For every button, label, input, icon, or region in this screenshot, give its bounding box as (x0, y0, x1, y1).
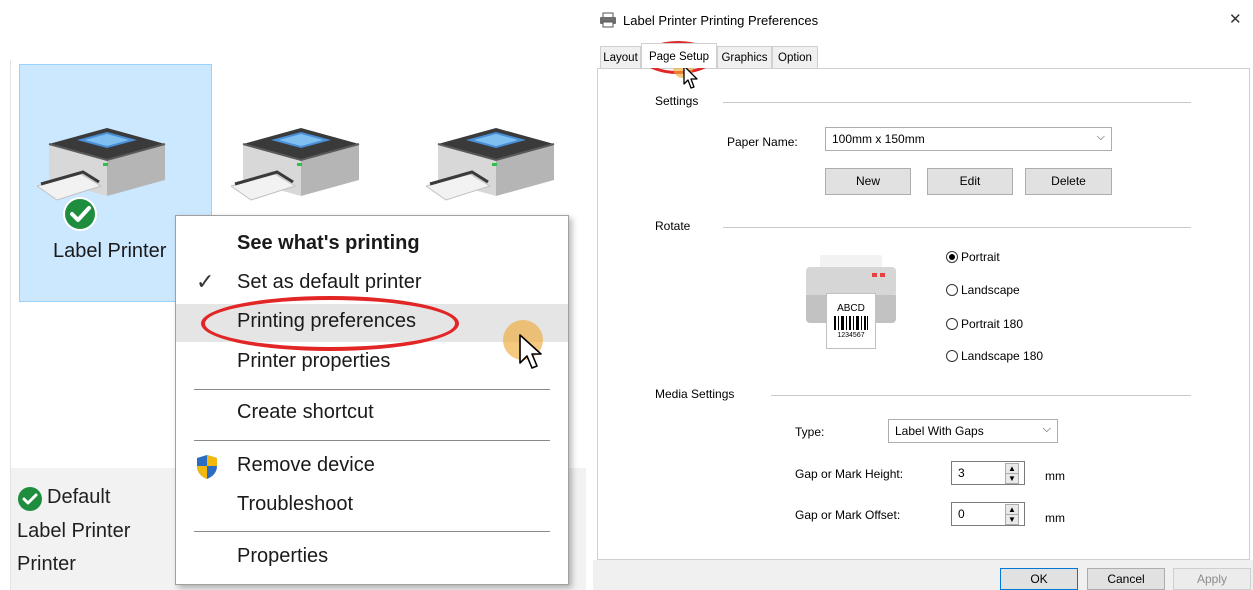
ok-button[interactable]: OK (1000, 568, 1078, 590)
radio-icon (946, 284, 958, 296)
radio-landscape-180[interactable]: Landscape 180 (946, 349, 1043, 363)
shield-icon (197, 455, 217, 479)
gap-offset-spinner[interactable]: 0 ▲ ▼ (951, 502, 1025, 526)
new-button[interactable]: New (825, 168, 911, 195)
radio-portrait-180[interactable]: Portrait 180 (946, 317, 1023, 331)
delete-button[interactable]: Delete (1025, 168, 1112, 195)
default-check-icon (63, 197, 97, 231)
menu-item-label: Create shortcut (237, 401, 374, 423)
gap-height-value: 3 (958, 466, 965, 480)
orientation-preview: ABCD 1234567 (806, 255, 896, 350)
chevron-down-icon: ⌵ (1042, 423, 1051, 435)
tab-graphics[interactable]: Graphics (717, 46, 772, 68)
menu-item-label: Troubleshoot (237, 493, 353, 515)
dialog-title: Label Printer Printing Preferences (623, 13, 819, 28)
radio-landscape[interactable]: Landscape (946, 283, 1020, 297)
group-divider (723, 227, 1191, 228)
chevron-down-icon: ⌵ (1096, 131, 1105, 143)
printer-icon[interactable] (426, 100, 566, 220)
type-label: Type: (795, 425, 825, 439)
menu-item-create-shortcut[interactable]: Create shortcut (176, 395, 568, 433)
tab-layout[interactable]: Layout (600, 46, 641, 68)
group-divider (771, 395, 1191, 396)
menu-item-label: Set as default printer (237, 271, 422, 293)
paper-name-label: Paper Name: (727, 135, 798, 149)
spin-down-icon[interactable]: ▼ (1005, 473, 1019, 484)
menu-item-remove-device[interactable]: Remove device (176, 448, 568, 486)
rotate-group-label: Rotate (655, 219, 691, 233)
media-settings-group-label: Media Settings (655, 387, 735, 401)
radio-portrait[interactable]: Portrait (946, 250, 1000, 264)
media-type-value: Label With Gaps (895, 424, 984, 438)
annotation-ellipse (201, 296, 459, 351)
gap-height-spinner[interactable]: 3 ▲ ▼ (951, 461, 1025, 485)
printing-preferences-dialog: Label Printer Printing Preferences ✕ Lay… (593, 0, 1253, 590)
menu-item-label: Printer properties (237, 350, 391, 372)
menu-item-properties[interactable]: Properties (176, 539, 568, 577)
media-type-select[interactable]: Label With Gaps ⌵ (888, 419, 1058, 443)
radio-label: Portrait 180 (961, 317, 1024, 331)
group-divider (723, 102, 1191, 103)
paper-name-select[interactable]: 100mm x 150mm ⌵ (825, 127, 1112, 151)
printer-icon[interactable] (37, 100, 177, 220)
tab-page-setup[interactable]: Page Setup (641, 43, 717, 68)
gap-offset-unit: mm (1045, 511, 1065, 525)
checkmark-icon: ✓ (196, 269, 215, 294)
tab-option[interactable]: Option (772, 46, 818, 68)
radio-icon (946, 350, 958, 362)
selected-printer-label[interactable]: Label Printer (53, 240, 166, 263)
edit-button[interactable]: Edit (927, 168, 1013, 195)
details-status: Default (47, 486, 111, 508)
printer-icon[interactable] (231, 100, 371, 220)
details-name: Label Printer (17, 520, 131, 542)
close-icon[interactable]: ✕ (1229, 10, 1242, 28)
menu-item-see-whats-printing[interactable]: See what's printing (176, 226, 568, 264)
menu-item-label: See what's printing (237, 232, 420, 254)
gap-offset-label: Gap or Mark Offset: (795, 508, 901, 522)
printer-small-icon (600, 12, 616, 28)
radio-label: Landscape 180 (961, 349, 1044, 363)
apply-button[interactable]: Apply (1173, 568, 1251, 590)
radio-label: Landscape (961, 283, 1020, 297)
spin-down-icon[interactable]: ▼ (1005, 514, 1019, 525)
barcode-icon (834, 316, 868, 330)
gap-offset-value: 0 (958, 507, 965, 521)
details-type: Printer (17, 553, 76, 575)
radio-icon (946, 318, 958, 330)
paper-name-value: 100mm x 150mm (832, 132, 925, 146)
mouse-cursor-icon (519, 334, 542, 369)
menu-item-label: Properties (237, 545, 329, 567)
menu-item-troubleshoot[interactable]: Troubleshoot (176, 487, 568, 525)
radio-label: Portrait (961, 250, 1000, 264)
menu-separator (194, 389, 550, 390)
menu-separator (194, 440, 550, 441)
settings-group-label: Settings (655, 94, 699, 108)
menu-item-label: Remove device (237, 454, 375, 476)
menu-separator (194, 531, 550, 532)
cancel-button[interactable]: Cancel (1087, 568, 1165, 590)
preview-number: 1234567 (837, 332, 865, 339)
gap-height-label: Gap or Mark Height: (795, 467, 904, 481)
default-status-icon (18, 487, 42, 511)
context-menu: See what's printing ✓ Set as default pri… (175, 215, 569, 585)
gap-height-unit: mm (1045, 469, 1065, 483)
preview-text: ABCD (837, 303, 865, 314)
radio-selected-icon (946, 251, 958, 263)
